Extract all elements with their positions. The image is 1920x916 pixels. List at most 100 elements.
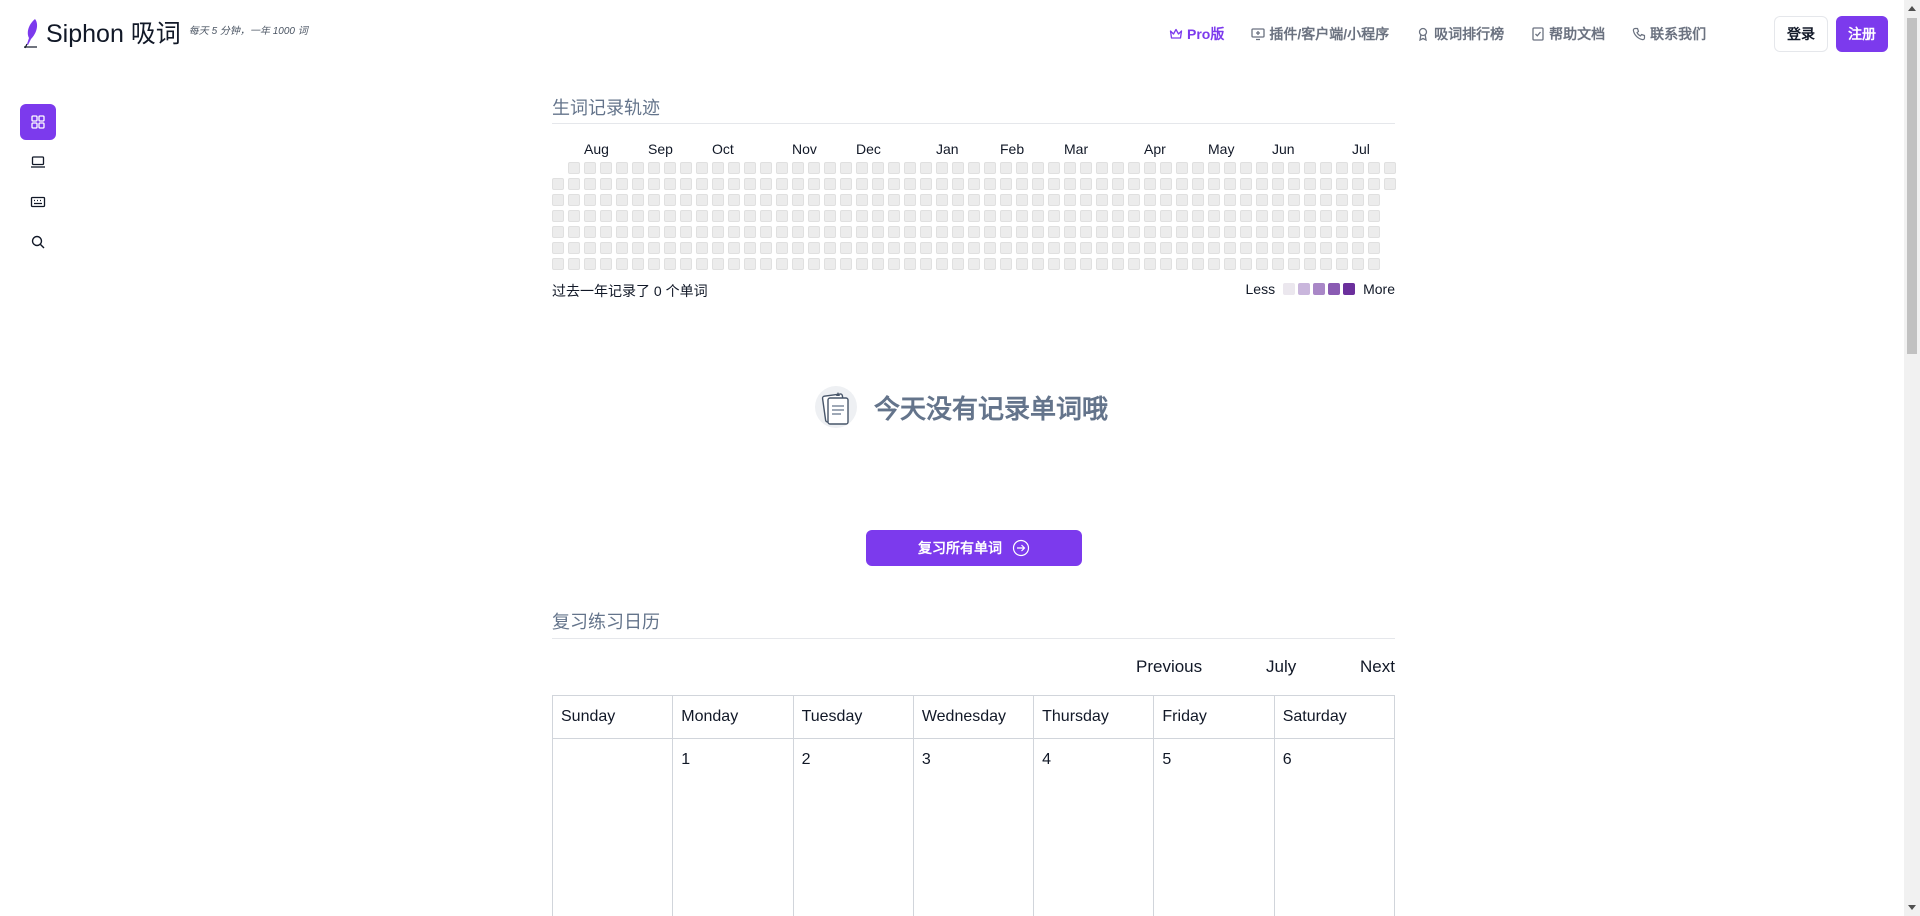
heatmap-cell[interactable] xyxy=(632,242,644,254)
heatmap-cell[interactable] xyxy=(1080,210,1092,222)
heatmap-cell[interactable] xyxy=(696,242,708,254)
heatmap-cell[interactable] xyxy=(1128,162,1140,174)
calendar-day-cell[interactable]: 1 xyxy=(672,738,794,916)
heatmap-cell[interactable] xyxy=(1256,178,1268,190)
heatmap-cell[interactable] xyxy=(1160,178,1172,190)
heatmap-cell[interactable] xyxy=(920,226,932,238)
sidebar-item-keyboard[interactable] xyxy=(20,184,56,220)
heatmap-cell[interactable] xyxy=(952,242,964,254)
heatmap-cell[interactable] xyxy=(1272,242,1284,254)
heatmap-cell[interactable] xyxy=(952,258,964,270)
heatmap-cell[interactable] xyxy=(1288,226,1300,238)
heatmap-cell[interactable] xyxy=(584,194,596,206)
heatmap-cell[interactable] xyxy=(1032,210,1044,222)
heatmap-cell[interactable] xyxy=(968,242,980,254)
heatmap-cell[interactable] xyxy=(1224,194,1236,206)
heatmap-cell[interactable] xyxy=(632,194,644,206)
heatmap-cell[interactable] xyxy=(952,210,964,222)
heatmap-cell[interactable] xyxy=(680,194,692,206)
heatmap-cell[interactable] xyxy=(1224,258,1236,270)
nav-help-docs[interactable]: 帮助文档 xyxy=(1530,24,1605,44)
heatmap-cell[interactable] xyxy=(856,162,868,174)
heatmap-cell[interactable] xyxy=(1112,162,1124,174)
heatmap-cell[interactable] xyxy=(1096,226,1108,238)
heatmap-cell[interactable] xyxy=(1352,162,1364,174)
heatmap-cell[interactable] xyxy=(840,210,852,222)
heatmap-cell[interactable] xyxy=(1272,210,1284,222)
heatmap-cell[interactable] xyxy=(1192,162,1204,174)
heatmap-cell[interactable] xyxy=(696,258,708,270)
heatmap-cell[interactable] xyxy=(600,226,612,238)
heatmap-cell[interactable] xyxy=(1016,258,1028,270)
heatmap-cell[interactable] xyxy=(968,226,980,238)
heatmap-cell[interactable] xyxy=(840,242,852,254)
heatmap-cell[interactable] xyxy=(1336,178,1348,190)
heatmap-cell[interactable] xyxy=(680,242,692,254)
calendar-next-button[interactable]: Next xyxy=(1360,657,1395,677)
heatmap-cell[interactable] xyxy=(664,194,676,206)
heatmap-cell[interactable] xyxy=(1368,226,1380,238)
heatmap-cell[interactable] xyxy=(1208,210,1220,222)
heatmap-cell[interactable] xyxy=(1080,162,1092,174)
heatmap-cell[interactable] xyxy=(968,162,980,174)
heatmap-cell[interactable] xyxy=(840,162,852,174)
heatmap-cell[interactable] xyxy=(904,210,916,222)
heatmap-cell[interactable] xyxy=(648,210,660,222)
heatmap-cell[interactable] xyxy=(584,242,596,254)
heatmap-cell[interactable] xyxy=(632,258,644,270)
heatmap-cell[interactable] xyxy=(1256,258,1268,270)
heatmap-cell[interactable] xyxy=(1096,162,1108,174)
heatmap-cell[interactable] xyxy=(1320,242,1332,254)
heatmap-cell[interactable] xyxy=(1320,210,1332,222)
heatmap-cell[interactable] xyxy=(1304,178,1316,190)
heatmap-cell[interactable] xyxy=(584,258,596,270)
heatmap-cell[interactable] xyxy=(920,242,932,254)
heatmap-cell[interactable] xyxy=(1032,162,1044,174)
heatmap-cell[interactable] xyxy=(616,226,628,238)
heatmap-cell[interactable] xyxy=(840,194,852,206)
heatmap-cell[interactable] xyxy=(1336,194,1348,206)
scroll-up-arrow-icon[interactable] xyxy=(1908,6,1916,11)
heatmap-cell[interactable] xyxy=(952,162,964,174)
heatmap-cell[interactable] xyxy=(1016,226,1028,238)
heatmap-cell[interactable] xyxy=(744,242,756,254)
calendar-previous-button[interactable]: Previous xyxy=(1136,657,1202,677)
heatmap-cell[interactable] xyxy=(600,210,612,222)
heatmap-cell[interactable] xyxy=(1096,242,1108,254)
heatmap-cell[interactable] xyxy=(1192,242,1204,254)
heatmap-cell[interactable] xyxy=(984,258,996,270)
heatmap-cell[interactable] xyxy=(1352,258,1364,270)
heatmap-cell[interactable] xyxy=(1256,226,1268,238)
heatmap-cell[interactable] xyxy=(1368,242,1380,254)
heatmap-cell[interactable] xyxy=(1240,210,1252,222)
heatmap-cell[interactable] xyxy=(920,258,932,270)
heatmap-cell[interactable] xyxy=(1032,242,1044,254)
heatmap-cell[interactable] xyxy=(1016,210,1028,222)
heatmap-cell[interactable] xyxy=(1320,162,1332,174)
heatmap-cell[interactable] xyxy=(872,162,884,174)
heatmap-cell[interactable] xyxy=(936,242,948,254)
heatmap-cell[interactable] xyxy=(1096,258,1108,270)
heatmap-cell[interactable] xyxy=(1288,210,1300,222)
heatmap-cell[interactable] xyxy=(696,210,708,222)
scroll-thumb[interactable] xyxy=(1907,18,1917,354)
heatmap-cell[interactable] xyxy=(696,178,708,190)
heatmap-cell[interactable] xyxy=(1336,162,1348,174)
heatmap-cell[interactable] xyxy=(952,226,964,238)
heatmap-cell[interactable] xyxy=(1160,258,1172,270)
heatmap-cell[interactable] xyxy=(1224,178,1236,190)
heatmap-cell[interactable] xyxy=(696,194,708,206)
heatmap-cell[interactable] xyxy=(808,162,820,174)
heatmap-cell[interactable] xyxy=(776,162,788,174)
heatmap-cell[interactable] xyxy=(1240,258,1252,270)
heatmap-cell[interactable] xyxy=(1224,210,1236,222)
heatmap-cell[interactable] xyxy=(776,226,788,238)
heatmap-cell[interactable] xyxy=(712,178,724,190)
heatmap-cell[interactable] xyxy=(792,242,804,254)
heatmap-cell[interactable] xyxy=(840,226,852,238)
heatmap-cell[interactable] xyxy=(920,210,932,222)
sidebar-item-laptop[interactable] xyxy=(20,144,56,180)
heatmap-cell[interactable] xyxy=(824,162,836,174)
heatmap-cell[interactable] xyxy=(1112,242,1124,254)
heatmap-cell[interactable] xyxy=(664,226,676,238)
